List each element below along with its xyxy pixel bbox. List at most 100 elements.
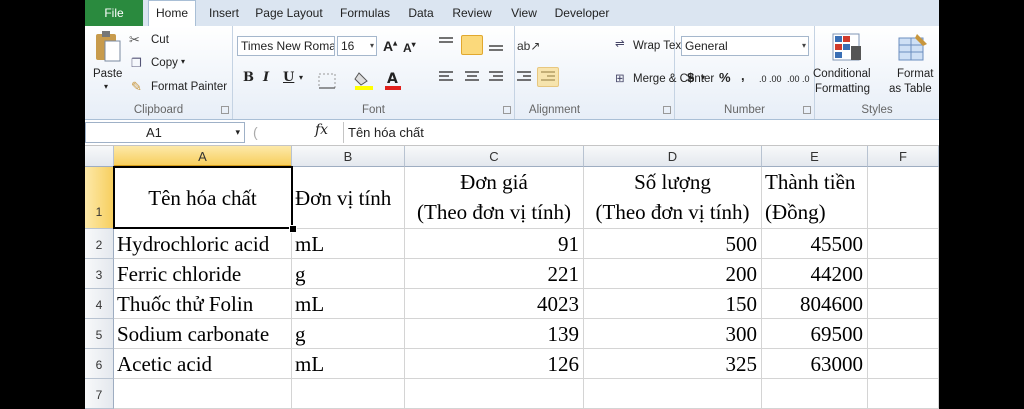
cell-e3[interactable]: 44200 bbox=[762, 259, 868, 289]
cell-c5[interactable]: 139 bbox=[405, 319, 584, 349]
cell-c4[interactable]: 4023 bbox=[405, 289, 584, 319]
format-painter-button[interactable]: Format Painter bbox=[151, 81, 227, 93]
tab-developer[interactable]: Developer bbox=[551, 0, 613, 26]
cell-f6[interactable] bbox=[868, 349, 939, 379]
currency-button[interactable]: $ bbox=[687, 70, 694, 85]
dialog-launcher-icon[interactable] bbox=[663, 106, 671, 114]
row-header-6[interactable]: 6 bbox=[85, 349, 114, 379]
cell-a2[interactable]: Hydrochloric acid bbox=[114, 229, 292, 259]
dialog-launcher-icon[interactable] bbox=[803, 106, 811, 114]
underline-button[interactable]: U bbox=[283, 70, 294, 85]
number-format-combo[interactable]: General ▾ bbox=[681, 36, 809, 56]
cell-b1[interactable]: Đơn vị tính bbox=[292, 167, 405, 229]
middle-align-button[interactable] bbox=[461, 35, 483, 55]
tab-review[interactable]: Review bbox=[447, 0, 497, 26]
cell-b7[interactable] bbox=[292, 379, 405, 409]
grow-font-icon[interactable]: A▴ bbox=[383, 38, 397, 54]
worksheet-grid[interactable]: A B C D E F 1 2 3 4 5 6 7 Tên hóa chất Đ… bbox=[85, 146, 939, 409]
cell-b4[interactable]: mL bbox=[292, 289, 405, 319]
cell-d5[interactable]: 300 bbox=[584, 319, 762, 349]
row-header-4[interactable]: 4 bbox=[85, 289, 114, 319]
bold-button[interactable]: B bbox=[243, 70, 254, 85]
cell-d4[interactable]: 150 bbox=[584, 289, 762, 319]
cell-b2[interactable]: mL bbox=[292, 229, 405, 259]
font-size-combo[interactable]: 16 ▾ bbox=[337, 36, 377, 56]
select-all-corner[interactable] bbox=[85, 146, 114, 167]
column-header-f[interactable]: F bbox=[868, 146, 939, 167]
cell-f2[interactable] bbox=[868, 229, 939, 259]
fill-handle[interactable] bbox=[289, 225, 297, 233]
conditional-formatting-label-2[interactable]: Formatting bbox=[815, 83, 870, 95]
cell-f4[interactable] bbox=[868, 289, 939, 319]
cell-f1[interactable] bbox=[868, 167, 939, 229]
format-as-table-label[interactable]: Format bbox=[897, 68, 933, 80]
cell-e5[interactable]: 69500 bbox=[762, 319, 868, 349]
tab-home[interactable]: Home bbox=[148, 0, 196, 27]
column-header-b[interactable]: B bbox=[292, 146, 405, 167]
dialog-launcher-icon[interactable] bbox=[221, 106, 229, 114]
increase-decimal-button[interactable]: .0 .00 bbox=[759, 74, 782, 84]
tab-view[interactable]: View bbox=[505, 0, 543, 26]
borders-icon[interactable] bbox=[317, 72, 339, 90]
cell-e6[interactable]: 63000 bbox=[762, 349, 868, 379]
cut-button[interactable]: Cut bbox=[151, 34, 169, 46]
row-header-2[interactable]: 2 bbox=[85, 229, 114, 259]
row-header-5[interactable]: 5 bbox=[85, 319, 114, 349]
decrease-decimal-button[interactable]: .00 .0 bbox=[787, 74, 810, 84]
cell-d6[interactable]: 325 bbox=[584, 349, 762, 379]
cell-b3[interactable]: g bbox=[292, 259, 405, 289]
chevron-down-icon: ▾ bbox=[235, 127, 240, 137]
column-header-e[interactable]: E bbox=[762, 146, 868, 167]
paste-button[interactable]: Paste ▾ bbox=[91, 30, 123, 94]
cell-b5[interactable]: g bbox=[292, 319, 405, 349]
formula-input[interactable]: Tên hóa chất bbox=[343, 122, 939, 143]
copy-button[interactable]: Copy bbox=[151, 57, 178, 69]
cell-f5[interactable] bbox=[868, 319, 939, 349]
comma-button[interactable]: , bbox=[741, 68, 745, 83]
cell-a4[interactable]: Thuốc thử Folin bbox=[114, 289, 292, 319]
tab-data[interactable]: Data bbox=[403, 0, 439, 26]
cell-e7[interactable] bbox=[762, 379, 868, 409]
insert-function-icon[interactable]: fx bbox=[315, 122, 328, 138]
tab-page-layout[interactable]: Page Layout bbox=[251, 0, 327, 26]
center-align-button[interactable] bbox=[537, 67, 559, 87]
name-box[interactable]: A1 ▾ bbox=[85, 122, 245, 143]
row-header-7[interactable]: 7 bbox=[85, 379, 114, 409]
cell-d3[interactable]: 200 bbox=[584, 259, 762, 289]
cell-c2[interactable]: 91 bbox=[405, 229, 584, 259]
font-color-icon[interactable]: A bbox=[383, 69, 405, 91]
cell-a6[interactable]: Acetic acid bbox=[114, 349, 292, 379]
cell-e2[interactable]: 45500 bbox=[762, 229, 868, 259]
format-as-table-label-2[interactable]: as Table bbox=[889, 83, 932, 95]
cell-d1[interactable]: Số lượng (Theo đơn vị tính) bbox=[584, 167, 762, 229]
cell-a3[interactable]: Ferric chloride bbox=[114, 259, 292, 289]
cell-f7[interactable] bbox=[868, 379, 939, 409]
italic-button[interactable]: I bbox=[263, 70, 269, 85]
tab-file[interactable]: File bbox=[85, 0, 143, 26]
row-header-3[interactable]: 3 bbox=[85, 259, 114, 289]
cell-d7[interactable] bbox=[584, 379, 762, 409]
cell-c6[interactable]: 126 bbox=[405, 349, 584, 379]
fill-color-icon[interactable] bbox=[353, 69, 377, 91]
cell-e1[interactable]: Thành tiền (Đồng) bbox=[762, 167, 868, 229]
cell-b6[interactable]: mL bbox=[292, 349, 405, 379]
cell-a1[interactable]: Tên hóa chất bbox=[114, 167, 292, 229]
font-name-combo[interactable]: Times New Roma bbox=[237, 36, 335, 56]
shrink-font-icon[interactable]: A▾ bbox=[403, 40, 416, 55]
column-header-d[interactable]: D bbox=[584, 146, 762, 167]
cell-c7[interactable] bbox=[405, 379, 584, 409]
column-header-c[interactable]: C bbox=[405, 146, 584, 167]
cell-f3[interactable] bbox=[868, 259, 939, 289]
row-header-1[interactable]: 1 bbox=[85, 167, 114, 229]
cell-a7[interactable] bbox=[114, 379, 292, 409]
tab-insert[interactable]: Insert bbox=[201, 0, 247, 26]
tab-formulas[interactable]: Formulas bbox=[335, 0, 395, 26]
percent-button[interactable]: % bbox=[719, 70, 731, 85]
conditional-formatting-label[interactable]: Conditional bbox=[813, 68, 871, 80]
cell-e4[interactable]: 804600 bbox=[762, 289, 868, 319]
cell-a5[interactable]: Sodium carbonate bbox=[114, 319, 292, 349]
cell-c1[interactable]: Đơn giá (Theo đơn vị tính) bbox=[405, 167, 584, 229]
column-header-a[interactable]: A bbox=[114, 146, 292, 167]
cell-d2[interactable]: 500 bbox=[584, 229, 762, 259]
cell-c3[interactable]: 221 bbox=[405, 259, 584, 289]
